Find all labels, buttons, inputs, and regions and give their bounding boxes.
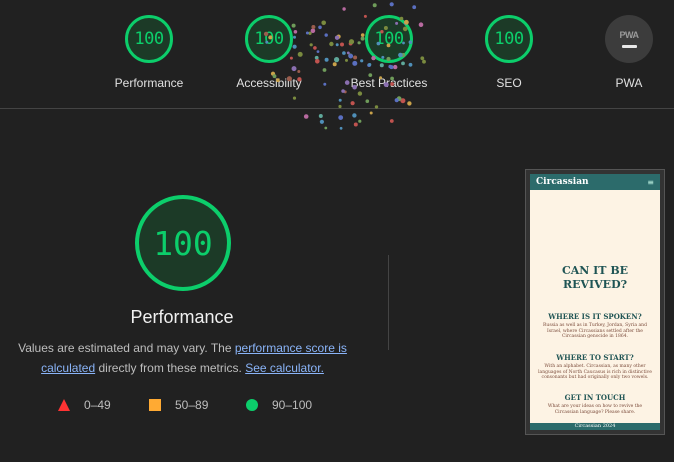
legend-fail: 0–49: [58, 397, 111, 413]
site-header: Circassian ≡: [530, 174, 660, 190]
pass-circle-icon: [246, 399, 258, 411]
confetti-particle: [358, 119, 362, 123]
gauge-label: Performance: [114, 76, 184, 90]
performance-description: Values are estimated and may vary. The p…: [10, 338, 355, 378]
legend-pass: 90–100: [246, 397, 312, 413]
description-text: Values are estimated and may vary. The: [18, 341, 235, 355]
score-value: 100: [254, 29, 284, 49]
gauge-performance[interactable]: 100 Performance: [84, 15, 214, 90]
section-text: What are your ideas on how to revive the…: [547, 404, 643, 415]
headline-line: REVIVED?: [562, 278, 628, 291]
site-section: WHERE IS IT SPOKEN? Russia as well as in…: [530, 312, 660, 340]
legend-range: 90–100: [272, 398, 313, 412]
headline-line: CAN IT BE: [561, 264, 629, 277]
performance-score-value: 100: [153, 223, 213, 263]
confetti-particle: [369, 111, 373, 115]
gauge-label: Best Practices: [350, 76, 428, 90]
gauge-accessibility[interactable]: 100 Accessibility: [204, 15, 334, 90]
confetti-particle: [352, 113, 357, 118]
vertical-divider: [388, 255, 389, 350]
gauge-pwa[interactable]: PWA PWA: [564, 15, 674, 90]
confetti-particle: [339, 126, 343, 130]
section-heading: WHERE TO START?: [556, 353, 634, 362]
page-screenshot-thumbnail[interactable]: Circassian ≡ CAN IT BE REVIVED? WHERE IS…: [525, 169, 665, 435]
legend-range: 50–89: [175, 398, 209, 412]
description-text: directly from these metrics.: [95, 361, 246, 375]
gauge-label: Accessibility: [236, 76, 302, 90]
site-headline: CAN IT BE REVIVED?: [530, 264, 660, 292]
performance-title: Performance: [130, 307, 234, 327]
menu-icon: ≡: [647, 177, 654, 187]
site-section: WHERE TO START? With an alphabet. Circas…: [530, 353, 660, 381]
score-value: 100: [134, 29, 164, 49]
performance-score-gauge: 100: [135, 195, 231, 291]
confetti-particle: [319, 119, 324, 124]
screenshot-content: Circassian ≡ CAN IT BE REVIVED? WHERE IS…: [530, 174, 660, 430]
category-gauges: 100 Performance 100 Accessibility 100 Be…: [0, 0, 674, 109]
site-section: GET IN TOUCH What are your ideas on how …: [530, 393, 660, 415]
site-footer: Circassian 2024: [530, 423, 660, 430]
average-square-icon: [149, 399, 161, 411]
score-ring: 100: [365, 15, 413, 63]
section-heading: WHERE IS IT SPOKEN?: [548, 312, 642, 321]
score-value: 100: [494, 29, 524, 49]
score-ring: 100: [125, 15, 173, 63]
section-heading: GET IN TOUCH: [564, 393, 626, 402]
calculator-link[interactable]: See calculator.: [245, 361, 324, 375]
fail-triangle-icon: [58, 399, 70, 411]
section-text: Russia as well as in Turkey, Jordan, Syr…: [543, 323, 647, 339]
gauge-label: PWA: [615, 76, 643, 90]
legend-range: 0–49: [84, 398, 111, 412]
pwa-badge-icon: PWA: [605, 15, 653, 63]
score-ring: 100: [245, 15, 293, 63]
confetti-particle: [338, 115, 344, 120]
gauge-best-practices[interactable]: 100 Best Practices: [324, 15, 454, 90]
pwa-dash-icon: [621, 45, 637, 48]
confetti-particle: [389, 119, 394, 123]
gauge-seo[interactable]: 100 SEO: [444, 15, 574, 90]
confetti-particle: [303, 114, 309, 119]
legend-average: 50–89: [149, 397, 208, 413]
site-brand: Circassian: [536, 177, 589, 187]
pwa-badge-text: PWA: [619, 30, 639, 40]
confetti-particle: [324, 126, 328, 130]
confetti-particle: [353, 122, 358, 127]
confetti-particle: [318, 114, 323, 118]
score-ring: 100: [485, 15, 533, 63]
score-value: 100: [374, 29, 404, 49]
section-text: With an alphabet. Circassian, as many ot…: [538, 364, 652, 380]
gauge-label: SEO: [496, 76, 522, 90]
